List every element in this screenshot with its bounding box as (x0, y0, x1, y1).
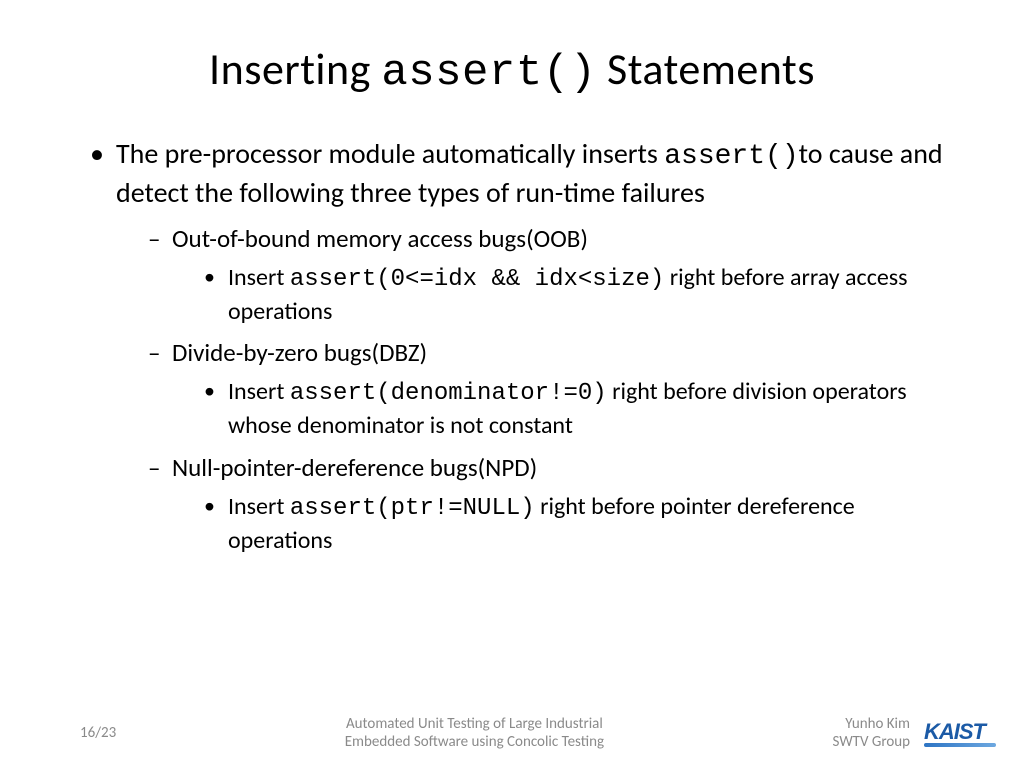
bullet-1-mono: assert() (664, 141, 798, 172)
sub-dbz-t1: Insert (228, 377, 290, 406)
sub-npd-detail: Insert assert(ptr!=NULL) right before po… (204, 491, 964, 558)
page-number: 16/23 (80, 724, 116, 742)
footer-center: Automated Unit Testing of Large Industri… (116, 715, 832, 753)
sub-oob-t1: Insert (228, 263, 290, 292)
sub-oob: Out-of-bound memory access bugs(OOB) Ins… (148, 222, 964, 329)
bullet-1: The pre-processor module automatically i… (90, 136, 964, 557)
sub-npd-detail-list: Insert assert(ptr!=NULL) right before po… (172, 491, 964, 558)
sub-dbz: Divide-by-zero bugs(DBZ) Insert assert(d… (148, 336, 964, 443)
sub-list: Out-of-bound memory access bugs(OOB) Ins… (116, 222, 964, 558)
sub-oob-detail-list: Insert assert(0<=idx && idx<size) right … (172, 262, 964, 329)
sub-npd-label: Null-pointer-dereference bugs(NPD) (172, 452, 537, 483)
bullet-1-t1: The pre-processor module automatically i… (116, 136, 664, 171)
footer-author: Yunho Kim (833, 715, 910, 734)
slide: Inserting assert() Statements The pre-pr… (0, 0, 1024, 768)
sub-npd-mono: assert(ptr!=NULL) (290, 495, 535, 522)
footer-center-line2: Embedded Software using Concolic Testing (116, 733, 832, 752)
kaist-logo: KAIST (924, 719, 996, 747)
title-mono: assert() (381, 48, 596, 98)
slide-title: Inserting assert() Statements (60, 42, 964, 98)
bullet-list: The pre-processor module automatically i… (60, 136, 964, 557)
footer: 16/23 Automated Unit Testing of Large In… (0, 715, 1024, 753)
footer-center-line1: Automated Unit Testing of Large Industri… (116, 715, 832, 734)
title-part1: Inserting (209, 42, 381, 96)
sub-dbz-detail: Insert assert(denominator!=0) right befo… (204, 376, 964, 443)
title-part2: Statements (597, 42, 815, 96)
sub-npd-t1: Insert (228, 492, 290, 521)
footer-group: SWTV Group (833, 733, 910, 752)
sub-npd: Null-pointer-dereference bugs(NPD) Inser… (148, 451, 964, 558)
sub-oob-mono: assert(0<=idx && idx<size) (290, 266, 664, 293)
sub-oob-detail: Insert assert(0<=idx && idx<size) right … (204, 262, 964, 329)
sub-dbz-mono: assert(denominator!=0) (290, 380, 607, 407)
logo-text: KAIST (924, 719, 996, 745)
sub-dbz-detail-list: Insert assert(denominator!=0) right befo… (172, 376, 964, 443)
footer-right: Yunho Kim SWTV Group (833, 715, 910, 753)
sub-dbz-label: Divide-by-zero bugs(DBZ) (172, 337, 427, 368)
sub-oob-label: Out-of-bound memory access bugs(OOB) (172, 223, 588, 254)
